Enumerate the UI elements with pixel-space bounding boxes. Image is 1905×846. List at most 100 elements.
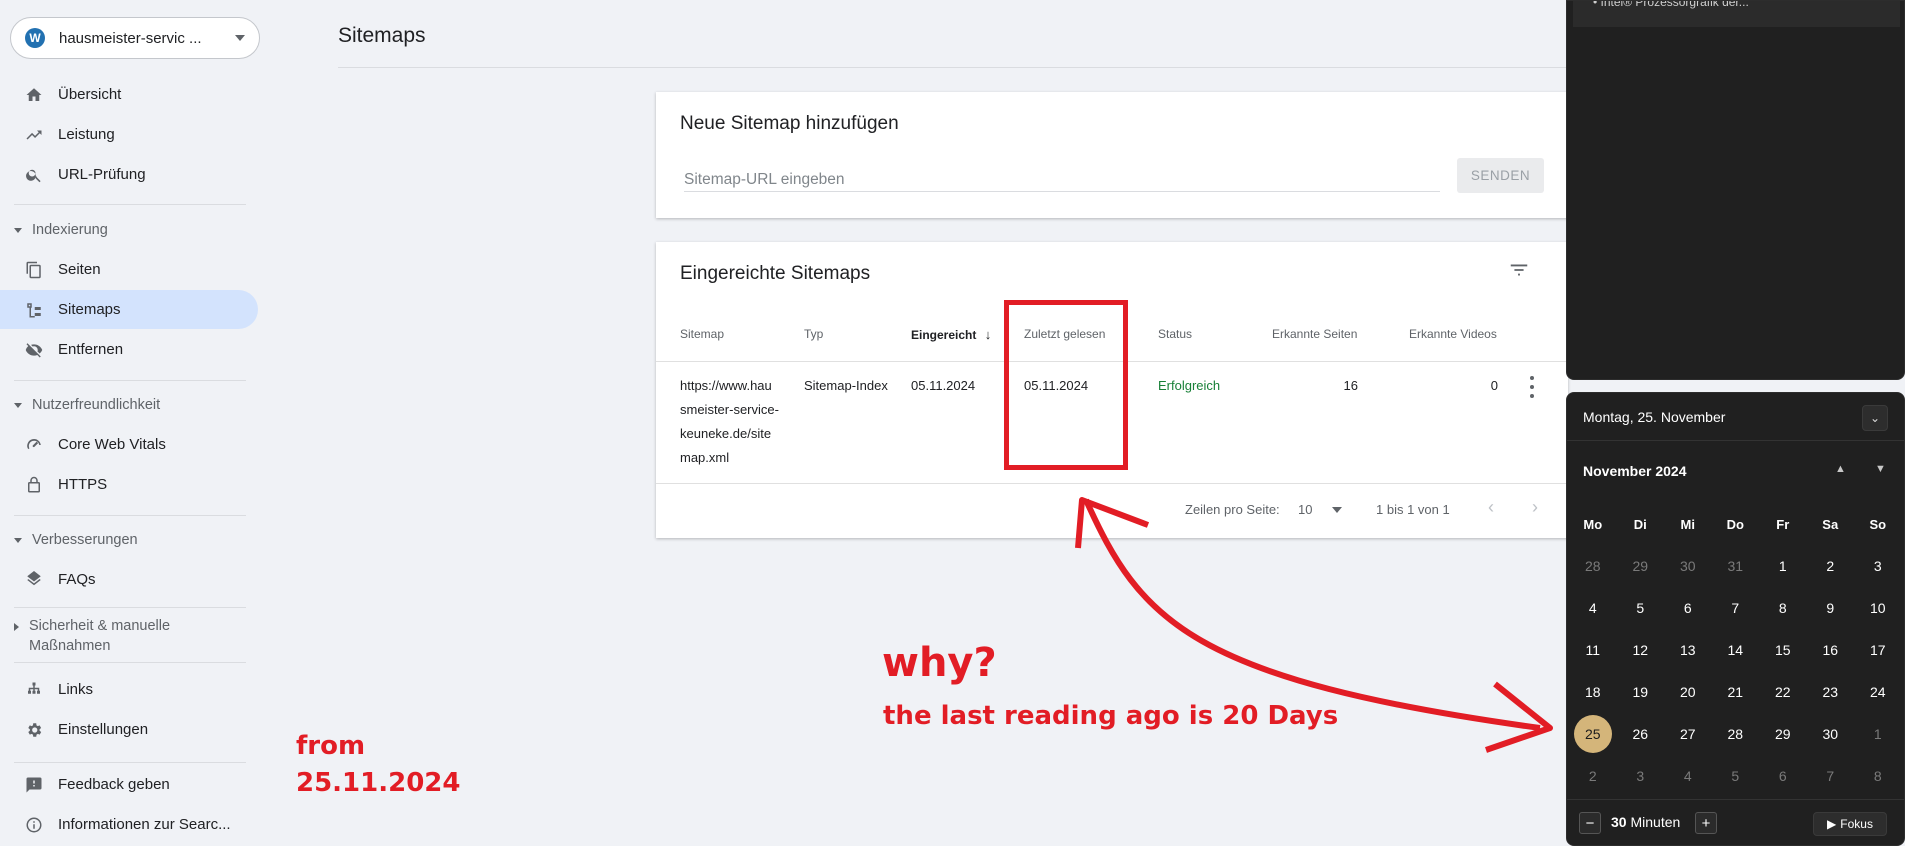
column-header-discovered-videos[interactable]: Erkannte Videos — [1409, 327, 1497, 341]
sidebar-item-label: Core Web Vitals — [58, 436, 166, 453]
column-header-status[interactable]: Status — [1158, 327, 1192, 341]
divider — [14, 762, 246, 763]
sidebar-item-performance[interactable]: Leistung — [0, 115, 258, 154]
collapse-chevron-icon[interactable]: ⌄ — [1862, 405, 1888, 431]
calendar-day[interactable]: 10 — [1854, 587, 1902, 629]
sidebar-item-url-inspection[interactable]: URL-Prüfung — [0, 155, 258, 194]
section-indexing[interactable]: Indexierung — [0, 220, 246, 240]
calendar-day[interactable]: 16 — [1807, 629, 1855, 671]
sidebar-item-removals[interactable]: Entfernen — [0, 330, 258, 369]
calendar-day[interactable]: 6 — [1759, 755, 1807, 797]
calendar-day[interactable]: 17 — [1854, 629, 1902, 671]
section-usability[interactable]: Nutzerfreundlichkeit — [0, 395, 246, 415]
gauge-icon — [24, 435, 44, 455]
sidebar-item-label: Seiten — [58, 261, 101, 278]
calendar-day[interactable]: 8 — [1759, 587, 1807, 629]
play-icon: ▶ — [1827, 817, 1837, 831]
send-button[interactable]: SENDEN — [1457, 158, 1544, 193]
calendar-day[interactable]: 23 — [1807, 671, 1855, 713]
filter-icon[interactable] — [1508, 259, 1530, 286]
calendar-day[interactable]: 3 — [1854, 545, 1902, 587]
calendar-day[interactable]: 15 — [1759, 629, 1807, 671]
calendar-day[interactable]: 3 — [1617, 755, 1665, 797]
calendar-day[interactable]: 5 — [1712, 755, 1760, 797]
caret-right-icon — [14, 623, 19, 631]
calendar-day[interactable]: 26 — [1617, 713, 1665, 755]
calendar-day[interactable]: 29 — [1759, 713, 1807, 755]
calendar-day[interactable]: 27 — [1664, 713, 1712, 755]
add-sitemap-card — [656, 92, 1568, 218]
calendar-day[interactable]: 4 — [1569, 587, 1617, 629]
focus-button[interactable]: ▶ Fokus — [1813, 812, 1887, 836]
calendar-day[interactable]: 18 — [1569, 671, 1617, 713]
layers-icon — [24, 570, 44, 590]
calendar-day[interactable]: 13 — [1664, 629, 1712, 671]
today-marker: 25 — [1573, 715, 1612, 753]
calendar-month[interactable]: November 2024 — [1583, 463, 1687, 479]
column-header-discovered-pages[interactable]: Erkannte Seiten — [1272, 327, 1357, 341]
column-header-label: Eingereicht — [911, 328, 977, 342]
dot — [1530, 385, 1534, 389]
calendar-day[interactable]: 1 — [1759, 545, 1807, 587]
prev-page-icon[interactable]: ‹ — [1488, 497, 1494, 518]
sidebar-item-overview[interactable]: Übersicht — [0, 75, 258, 114]
calendar-day[interactable]: 2 — [1569, 755, 1617, 797]
prev-month-icon[interactable]: ▲ — [1835, 463, 1846, 475]
calendar-day[interactable]: 9 — [1807, 587, 1855, 629]
calendar-day[interactable]: 7 — [1712, 587, 1760, 629]
caret-icon — [14, 227, 22, 233]
sidebar-item-settings[interactable]: Einstellungen — [0, 710, 258, 749]
calendar-day[interactable]: 30 — [1664, 545, 1712, 587]
sidebar-item-label: Übersicht — [58, 86, 122, 103]
calendar-day[interactable]: 7 — [1807, 755, 1855, 797]
increase-button[interactable]: + — [1695, 812, 1717, 834]
sidebar-item-core-web-vitals[interactable]: Core Web Vitals — [0, 425, 258, 464]
sidebar-item-about[interactable]: Informationen zur Searc... — [0, 805, 258, 844]
next-month-icon[interactable]: ▼ — [1875, 463, 1886, 475]
notification-peek[interactable]: • Intel® Prozessorgrafik der... — [1573, 1, 1900, 27]
property-selector[interactable]: W hausmeister-servic ... — [10, 17, 260, 59]
calendar-day[interactable]: 2 — [1807, 545, 1855, 587]
timer-number: 30 — [1611, 814, 1627, 830]
sidebar-item-sitemaps[interactable]: Sitemaps — [0, 290, 258, 329]
calendar-day[interactable]: 22 — [1759, 671, 1807, 713]
calendar-day[interactable]: 20 — [1664, 671, 1712, 713]
calendar-day[interactable]: 28 — [1569, 545, 1617, 587]
calendar-day[interactable]: 14 — [1712, 629, 1760, 671]
calendar-day[interactable]: 29 — [1617, 545, 1665, 587]
section-improvements[interactable]: Verbesserungen — [0, 530, 246, 550]
more-vert-icon[interactable] — [1526, 376, 1538, 398]
sidebar-item-https[interactable]: HTTPS — [0, 465, 258, 504]
calendar-day[interactable]: 30 — [1807, 713, 1855, 755]
sitemap-url-input[interactable] — [684, 160, 1440, 192]
calendar-day[interactable]: 24 — [1854, 671, 1902, 713]
weekday-header: Mo — [1583, 516, 1603, 532]
table-row[interactable]: https://www.hau smeister-service- keunek… — [680, 374, 779, 470]
calendar-day[interactable]: 5 — [1617, 587, 1665, 629]
calendar-day[interactable]: 19 — [1617, 671, 1665, 713]
calendar-day[interactable]: 1 — [1854, 713, 1902, 755]
decrease-button[interactable]: − — [1579, 812, 1601, 834]
rows-per-page-select[interactable]: 10 — [1298, 502, 1343, 517]
weekday-header: Di — [1633, 516, 1647, 532]
column-header-type[interactable]: Typ — [804, 327, 823, 341]
sidebar-item-links[interactable]: Links — [0, 670, 258, 709]
column-header-submitted[interactable]: Eingereicht ↓ — [911, 327, 991, 342]
calendar-day[interactable]: 31 — [1712, 545, 1760, 587]
calendar-day[interactable]: 28 — [1712, 713, 1760, 755]
calendar-day[interactable]: 6 — [1664, 587, 1712, 629]
sidebar-item-faqs[interactable]: FAQs — [0, 560, 258, 599]
calendar-day[interactable]: 4 — [1664, 755, 1712, 797]
calendar-day[interactable]: 11 — [1569, 629, 1617, 671]
section-security[interactable]: Sicherheit & manuelle Maßnahmen — [0, 616, 246, 656]
sidebar-item-feedback[interactable]: Feedback geben — [0, 765, 258, 804]
caret-icon — [14, 402, 22, 408]
calendar-day[interactable]: 21 — [1712, 671, 1760, 713]
sitemap-url: smeister-service- — [680, 402, 779, 417]
calendar-day[interactable]: 8 — [1854, 755, 1902, 797]
calendar-day[interactable]: 12 — [1617, 629, 1665, 671]
calendar-day-today[interactable]: 25 — [1569, 713, 1617, 755]
sidebar-item-pages[interactable]: Seiten — [0, 250, 258, 289]
column-header-sitemap[interactable]: Sitemap — [680, 327, 724, 341]
next-page-icon[interactable]: › — [1532, 497, 1538, 518]
